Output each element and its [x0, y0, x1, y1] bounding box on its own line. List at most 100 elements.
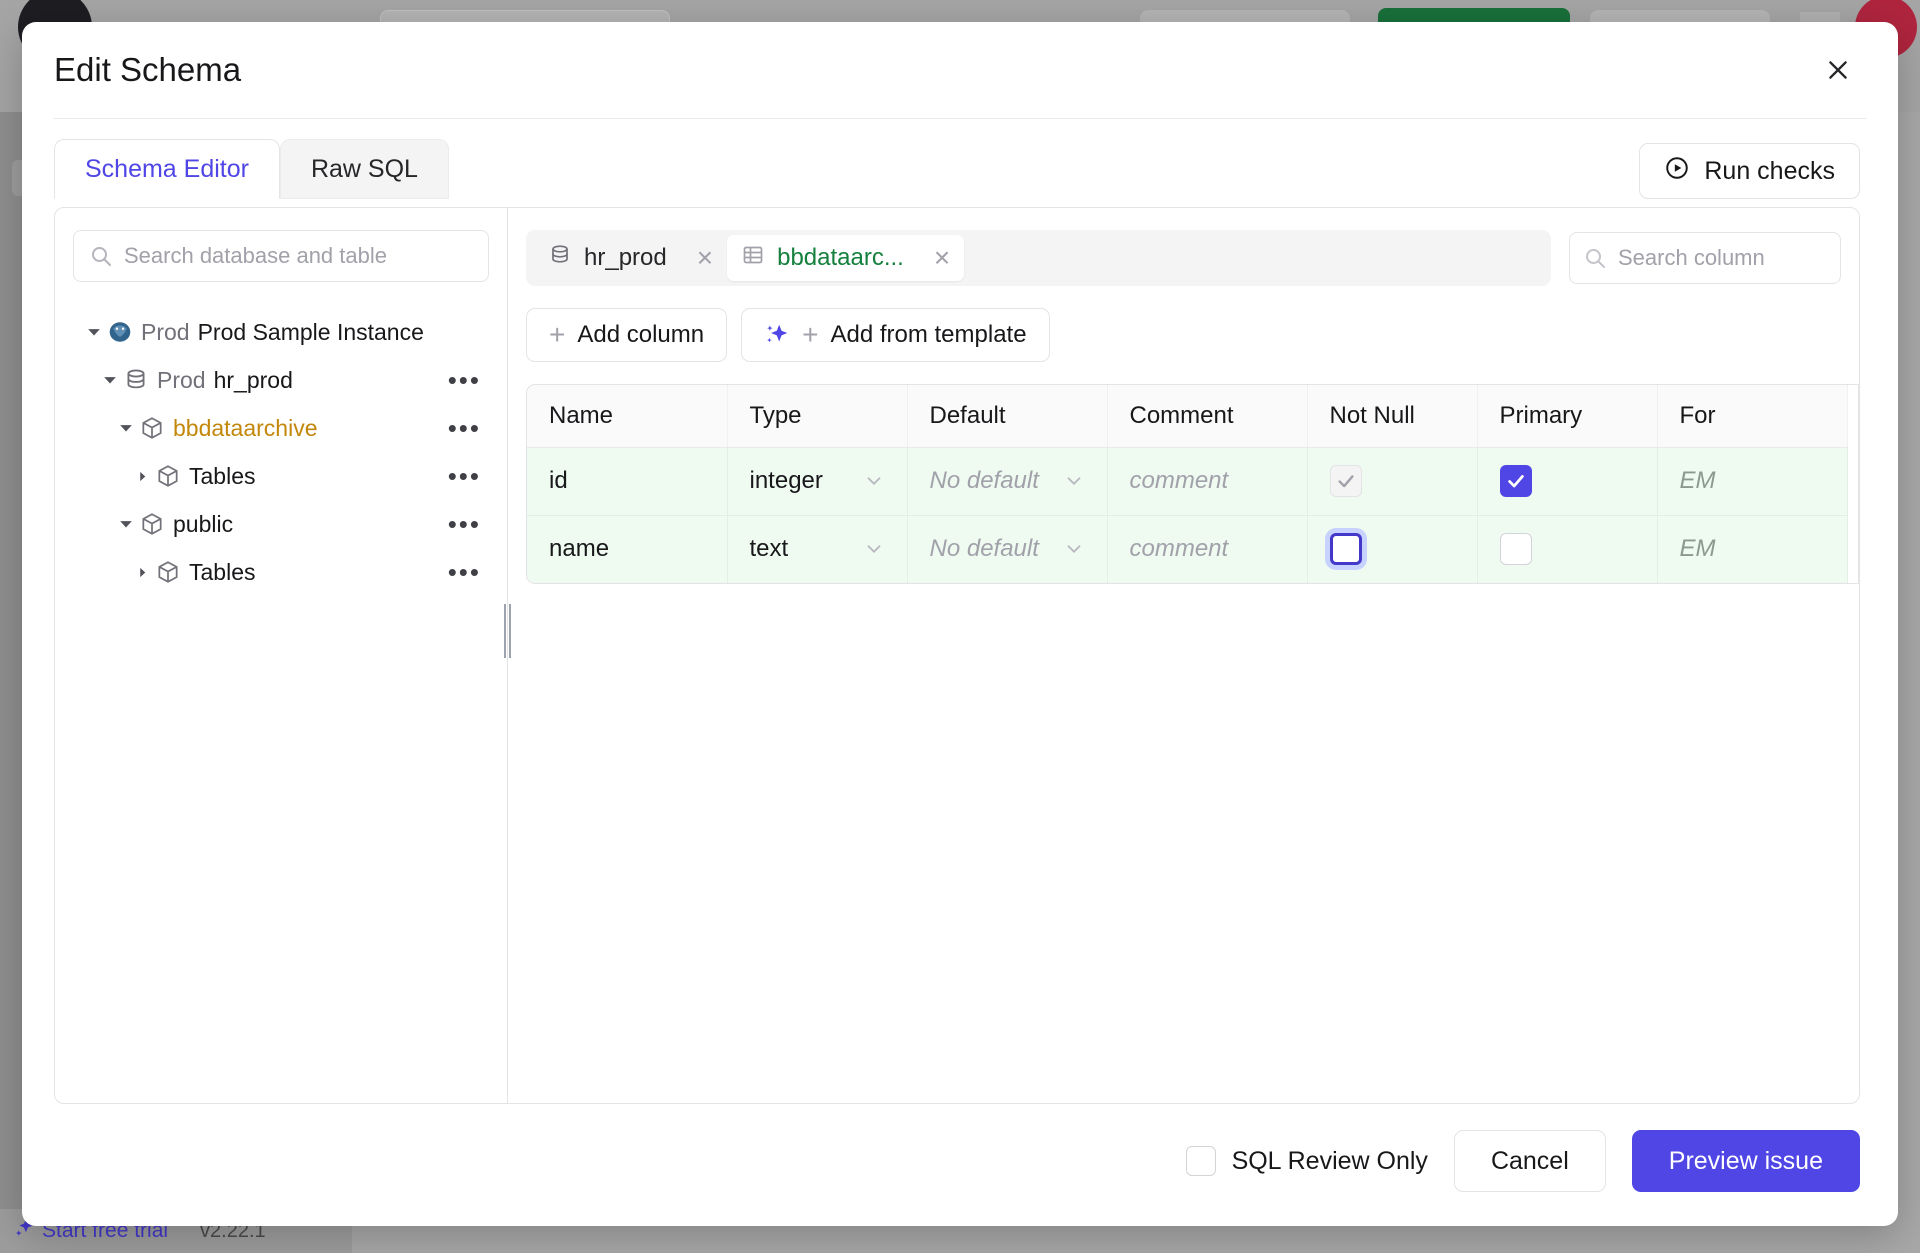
cell-column-type[interactable]: text [727, 515, 908, 583]
database-icon [123, 367, 157, 393]
chip-close-icon[interactable]: × [934, 244, 950, 272]
column-header-foreign: For [1657, 385, 1848, 448]
tree-item-name: Tables [189, 558, 256, 585]
tree-item-menu-icon[interactable]: ••• [448, 511, 481, 537]
not-null-checkbox[interactable] [1329, 533, 1362, 566]
tree-item-menu-icon[interactable]: ••• [448, 415, 481, 441]
tree-item-prod-sample-instance[interactable]: Prod Prod Sample Instance [73, 308, 489, 356]
chevron-down-icon[interactable] [1063, 538, 1085, 560]
tree-item-menu-icon[interactable]: ••• [448, 367, 481, 393]
cell-primary[interactable] [1477, 515, 1658, 583]
sql-review-only-label: SQL Review Only [1231, 1146, 1428, 1175]
editor-panel: Prod Prod Sample Instance [54, 207, 1860, 1104]
chevron-down-icon[interactable] [113, 517, 139, 531]
search-icon [89, 244, 113, 268]
cell-column-type[interactable]: integer [727, 447, 908, 516]
search-icon [1583, 246, 1607, 270]
tree-item-hr-prod[interactable]: Prod hr_prod ••• [73, 356, 489, 404]
cell-foreign-key[interactable]: EM [1657, 515, 1848, 583]
tree-item-label: Prod hr_prod [157, 367, 293, 394]
schema-icon [139, 511, 173, 537]
column-header-primary: Primary [1477, 385, 1658, 448]
chip-database-hr-prod[interactable]: hr_prod × [534, 235, 727, 281]
table-header-row: Name Type Default Comment Not Null Prima… [527, 385, 1848, 448]
cell-foreign-key[interactable]: EM [1657, 447, 1848, 516]
pane-resize-handle[interactable] [504, 604, 511, 658]
cell-comment-placeholder: comment [1129, 467, 1229, 494]
chip-label: bbdataarc... [777, 244, 904, 271]
chevron-down-icon[interactable] [81, 325, 107, 339]
page-title: Edit Schema [54, 51, 242, 88]
database-icon [548, 243, 572, 274]
foreign-key-value: EM [1679, 535, 1716, 563]
run-checks-button[interactable]: Run checks [1639, 143, 1860, 199]
close-icon[interactable] [1816, 48, 1860, 92]
add-from-template-button[interactable]: + Add from template [741, 308, 1050, 362]
schema-icon [155, 559, 189, 585]
chevron-down-icon[interactable] [113, 421, 139, 435]
schema-table-wrap: Name Type Default Comment Not Null Prima… [526, 384, 1859, 584]
sql-review-only-toggle[interactable]: SQL Review Only [1185, 1146, 1428, 1176]
cell-type-value: integer [749, 467, 823, 494]
chips-row: hr_prod × bbdataarc... × [508, 230, 1859, 286]
schema-icon [139, 415, 173, 441]
search-column-input[interactable] [1569, 232, 1841, 284]
column-header-comment: Comment [1107, 385, 1308, 448]
primary-key-checkbox[interactable] [1499, 533, 1532, 566]
chip-close-icon[interactable]: × [697, 244, 713, 272]
tree-item-menu-icon[interactable]: ••• [448, 463, 481, 489]
tree-item-name: bbdataarchive [173, 414, 318, 441]
sql-review-only-checkbox[interactable] [1185, 1146, 1216, 1176]
plus-icon: + [549, 319, 566, 350]
table-row[interactable]: id integer No default comment EM [527, 447, 1848, 516]
cell-not-null[interactable] [1307, 447, 1478, 516]
tree-item-env-badge: Prod [141, 318, 190, 345]
database-tree: Prod Prod Sample Instance Prod hr_prod •… [73, 308, 489, 596]
cell-column-default[interactable]: No default [907, 515, 1108, 583]
column-actions-row: + Add column + Add from template [508, 286, 1859, 362]
schema-content-pane: hr_prod × bbdataarc... × Search column +… [508, 208, 1859, 1103]
add-column-button[interactable]: + Add column [526, 308, 728, 362]
tree-item-name: public [173, 510, 234, 537]
tab-schema-editor-label: Schema Editor [85, 154, 249, 183]
tree-item-label: Prod Prod Sample Instance [141, 319, 424, 346]
search-database-input[interactable] [73, 230, 489, 282]
tree-item-tables-public[interactable]: Tables ••• [73, 548, 489, 596]
preview-issue-button[interactable]: Preview issue [1631, 1130, 1860, 1192]
run-checks-label: Run checks [1704, 156, 1835, 185]
cell-column-comment[interactable]: comment [1107, 447, 1308, 516]
postgres-icon [107, 319, 141, 345]
chevron-right-icon[interactable] [129, 567, 155, 578]
chip-table-bbdataarchive[interactable]: bbdataarc... × [727, 235, 965, 281]
cell-not-null[interactable] [1307, 515, 1478, 583]
tree-item-bbdataarchive[interactable]: bbdataarchive ••• [73, 404, 489, 452]
cell-column-default[interactable]: No default [907, 447, 1108, 516]
table-row[interactable]: name text No default comment EM [527, 515, 1848, 583]
chevron-down-icon[interactable] [97, 373, 123, 387]
plus-icon: + [802, 319, 819, 350]
chevron-down-icon[interactable] [863, 538, 885, 560]
chevron-right-icon[interactable] [129, 471, 155, 482]
cell-type-value: text [749, 535, 789, 563]
chevron-down-icon[interactable] [1063, 470, 1085, 492]
tree-item-menu-icon[interactable]: ••• [448, 559, 481, 585]
schema-table: Name Type Default Comment Not Null Prima… [527, 385, 1848, 583]
cell-column-name[interactable]: id [527, 447, 728, 516]
tree-item-public[interactable]: public ••• [73, 500, 489, 548]
cell-column-comment[interactable]: comment [1107, 515, 1308, 583]
primary-key-checkbox[interactable] [1499, 465, 1532, 497]
tab-list: Schema Editor Raw SQL [54, 139, 449, 199]
preview-issue-label: Preview issue [1668, 1146, 1823, 1175]
cancel-label: Cancel [1490, 1146, 1569, 1175]
column-header-not-null: Not Null [1307, 385, 1478, 448]
tab-raw-sql[interactable]: Raw SQL [279, 139, 449, 199]
cell-column-name[interactable]: name [527, 515, 728, 583]
cell-primary[interactable] [1477, 447, 1658, 516]
tree-item-tables-bbdataarchive[interactable]: Tables ••• [73, 452, 489, 500]
tree-item-env-badge: Prod [157, 366, 206, 393]
cancel-button[interactable]: Cancel [1453, 1130, 1606, 1192]
chevron-down-icon[interactable] [863, 470, 885, 492]
tab-schema-editor[interactable]: Schema Editor [54, 139, 280, 199]
column-header-default: Default [907, 385, 1108, 448]
pane-divider [504, 208, 511, 1103]
